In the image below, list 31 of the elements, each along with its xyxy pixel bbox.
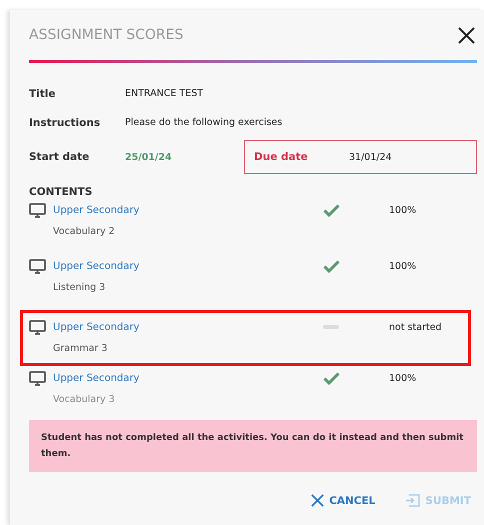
activity-name: Vocabulary 3 [53, 394, 116, 405]
dialog-title: ASSIGNMENT SCORES [29, 27, 184, 43]
field-label: Instructions [29, 116, 102, 128]
due-date-value: 31/01/24 [349, 152, 392, 162]
field-value: Please do the following exercises [125, 117, 282, 128]
monitor-icon [29, 320, 46, 334]
submit-icon [405, 494, 420, 507]
activity-name: Grammar 3 [53, 343, 108, 354]
activity-link[interactable]: Upper Secondary [53, 322, 323, 332]
start-date-value: 25/01/24 [125, 152, 172, 162]
activity-name: Listening 3 [53, 282, 106, 293]
activity-name: Vocabulary 2 [53, 226, 116, 237]
warning-alert: Student has not completed all the activities. You can do it instead and then submit them. [29, 420, 477, 472]
score-text: not started [388, 322, 442, 332]
activity-link[interactable]: Upper Secondary [53, 204, 323, 216]
monitor-icon [29, 258, 46, 274]
section-heading: CONTENTS [29, 186, 94, 198]
field-value: ENTRANCE TEST [125, 88, 204, 99]
close-icon [311, 494, 324, 507]
activity-link[interactable]: Upper Secondary [53, 260, 323, 272]
activity-link[interactable]: Upper Secondary [53, 372, 323, 384]
due-date-label: Due date [254, 151, 309, 163]
monitor-icon [29, 202, 46, 218]
score-text: 100% [388, 372, 416, 384]
field-label: Title [29, 88, 57, 100]
field-label: Start date [29, 151, 90, 163]
score-text: 100% [388, 204, 416, 216]
monitor-icon [29, 370, 46, 386]
cancel-button[interactable]: CANCEL [309, 492, 378, 509]
score-text: 100% [388, 260, 416, 272]
close-icon[interactable] [458, 26, 475, 44]
